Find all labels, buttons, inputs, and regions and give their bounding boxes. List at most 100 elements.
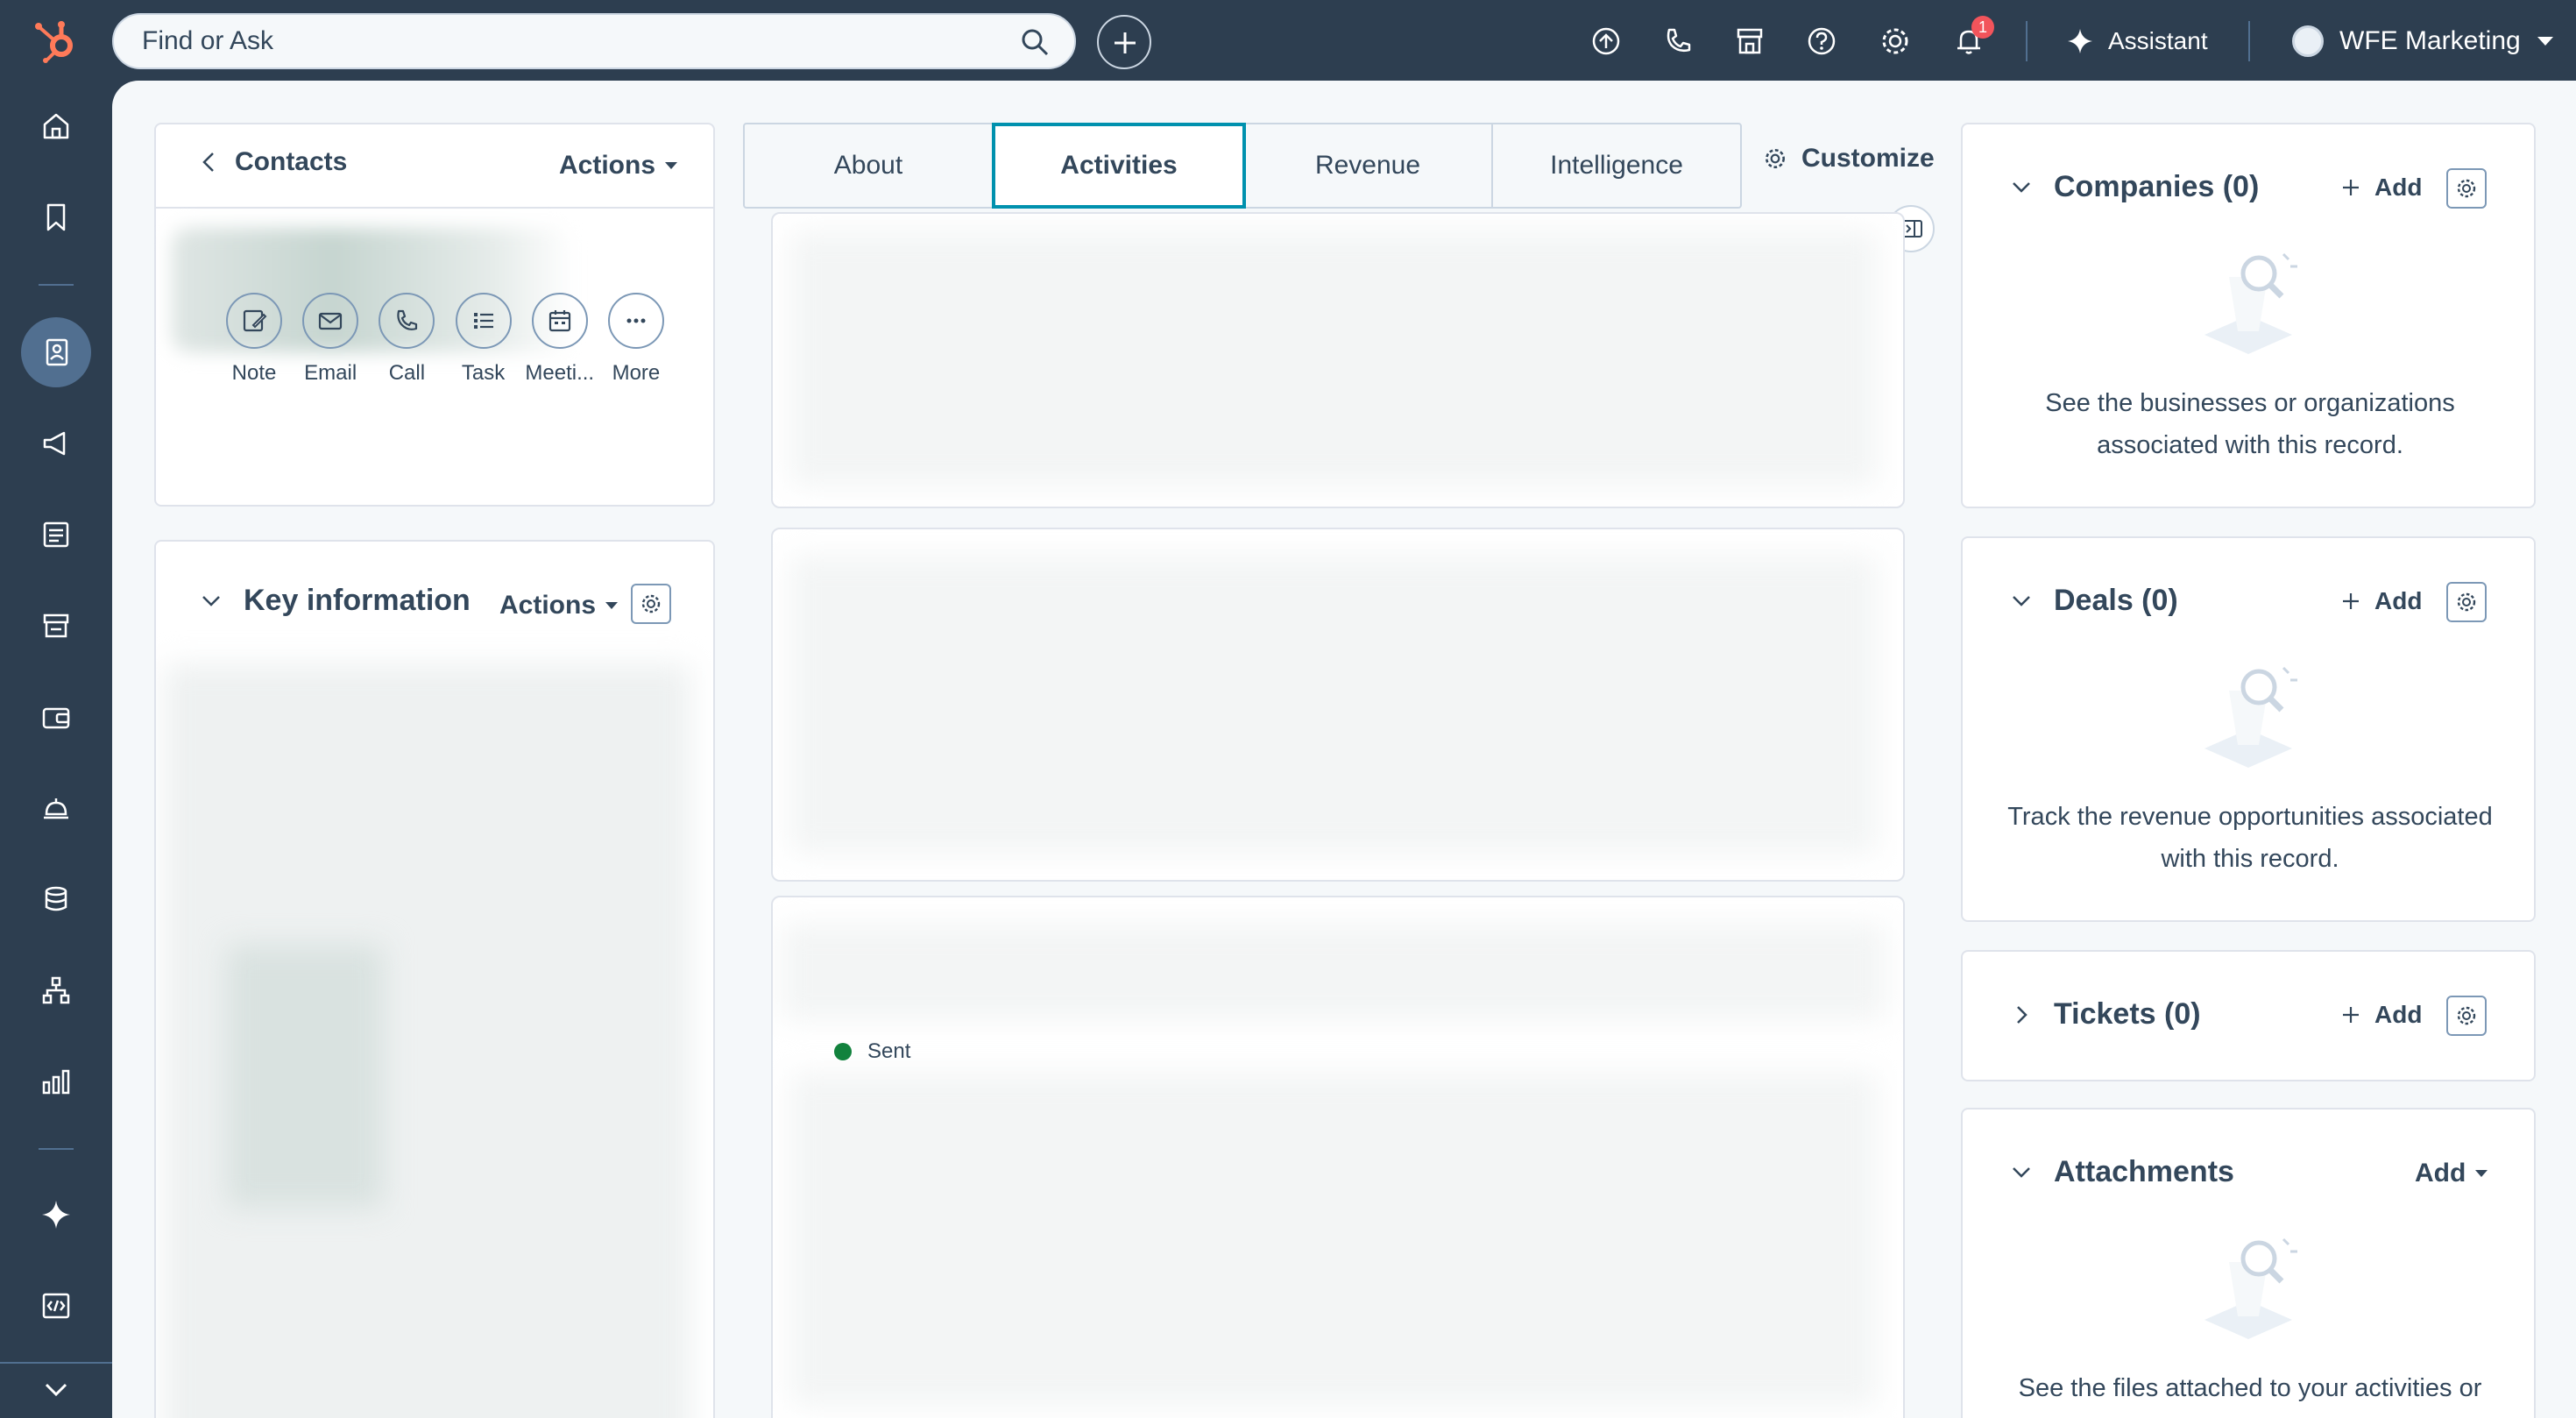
deals-settings-button[interactable] [2446,582,2487,622]
sidebar-expand-button[interactable] [21,1364,91,1416]
record-page: Contacts Actions Note Email Call Task Me… [112,81,2576,1418]
attachments-empty-text: See the files attached to your activitie… [2018,1374,2482,1402]
tab-revenue[interactable]: Revenue [1244,124,1493,207]
plus-icon [2343,180,2359,195]
caret-down-icon [665,162,678,169]
sidebar-item-sales[interactable] [21,682,91,752]
account-menu[interactable]: WFE Marketing [2292,23,2554,60]
sidebar-item-automation[interactable] [21,955,91,1025]
bar-chart-icon [42,1069,70,1095]
chevron-right-icon [2017,1005,2028,1024]
sidebar-item-commerce[interactable] [21,591,91,661]
chevron-down-icon [202,595,220,606]
tickets-card: Tickets (0) Add [1961,950,2536,1081]
activity-item[interactable] [771,528,1905,882]
caret-down-icon [605,602,619,609]
sidebar-item-reporting[interactable] [21,1046,91,1117]
tab-intelligence[interactable]: Intelligence [1493,124,1740,207]
note-action-button[interactable]: Note [217,293,291,398]
companies-toggle[interactable]: Companies (0) [2012,170,2259,204]
caret-down-icon [2475,1170,2488,1177]
add-ticket-button[interactable]: Add [2341,1001,2422,1029]
topbar-divider [2026,21,2028,61]
activity-content-redacted [782,924,1886,1020]
search-input[interactable] [140,24,999,59]
sidebar-item-breeze[interactable] [21,1180,91,1250]
sidebar-item-contacts[interactable] [21,317,91,387]
sparkle-icon [42,1201,70,1229]
key-info-actions-dropdown[interactable]: Actions [499,591,619,620]
task-action-button[interactable]: Task [447,293,520,398]
add-company-button[interactable]: Add [2341,174,2422,202]
sidebar-item-content[interactable] [21,500,91,570]
sidebar-item-data[interactable] [21,864,91,934]
add-deal-button[interactable]: Add [2341,587,2422,615]
meeting-action-button[interactable]: Meeti... [523,293,597,398]
plus-icon [2343,1007,2359,1023]
record-tabs: About Activities Revenue Intelligence [743,123,1742,209]
tickets-toggle[interactable]: Tickets (0) [2012,997,2201,1032]
deals-toggle[interactable]: Deals (0) [2012,584,2178,618]
tickets-settings-button[interactable] [2446,996,2487,1036]
sidebar-item-home[interactable] [21,91,91,161]
settings-icon[interactable] [1879,25,1912,58]
code-icon [42,1293,70,1319]
help-icon[interactable] [1805,25,1838,58]
hubspot-logo-icon[interactable] [32,18,81,63]
chevron-left-icon [202,152,214,172]
sidebar-item-service[interactable] [21,773,91,843]
key-information-toggle[interactable]: Key information [202,584,471,618]
back-to-contacts-link[interactable]: Contacts [202,147,347,177]
home-icon [43,113,69,139]
activity-item[interactable] [771,212,1905,508]
more-label: More [612,361,661,385]
add-label: Add [2374,174,2423,201]
tab-activities[interactable]: Activities [992,123,1246,209]
search-icon[interactable] [1020,27,1050,57]
contact-card-header: Contacts Actions [156,124,713,209]
chevron-down-icon [2013,181,2030,193]
chevron-down-icon [2537,37,2553,46]
sidebar-item-development[interactable] [21,1271,91,1341]
global-search[interactable] [112,13,1076,69]
notification-badge: 1 [1971,16,1994,39]
tab-about[interactable]: About [745,124,994,207]
empty-state-illustration [2204,252,2297,354]
plus-icon [2343,593,2359,609]
contact-actions-dropdown[interactable]: Actions [559,151,678,181]
email-action-button[interactable]: Email [294,293,367,398]
add-label: Add [2415,1159,2466,1188]
upgrade-icon[interactable] [1589,25,1623,58]
activity-content-redacted [790,231,1877,486]
add-label: Add [2374,1001,2423,1028]
meeting-label: Meeti... [525,361,595,385]
assistant-label: Assistant [2108,27,2208,54]
call-action-button[interactable]: Call [370,293,443,398]
key-information-title: Key information [244,584,471,617]
sidebar-item-bookmarks[interactable] [21,182,91,252]
note-icon [243,309,267,332]
back-label: Contacts [235,147,348,176]
add-attachment-dropdown[interactable]: Add [2415,1159,2488,1188]
attachments-toggle[interactable]: Attachments [2012,1155,2234,1189]
top-navigation-bar: 1 Assistant WFE Marketing [0,0,2576,81]
assistant-button[interactable]: Assistant [2066,23,2208,60]
task-label: Task [461,361,506,385]
workflow-icon [42,976,70,1004]
calendar-icon [548,310,570,332]
sidebar-item-marketing[interactable] [21,408,91,479]
call-label: Call [388,361,426,385]
phone-icon[interactable] [1661,25,1695,58]
status-label: Sent [867,1039,911,1063]
customize-button[interactable]: Customize [1763,144,1935,174]
create-new-button[interactable] [1097,15,1151,69]
companies-settings-button[interactable] [2446,168,2487,209]
key-info-settings-button[interactable] [631,584,671,624]
actions-label: Actions [559,151,656,180]
sidebar-divider [39,1148,74,1150]
marketplace-icon[interactable] [1733,25,1766,58]
more-actions-button[interactable]: More [599,293,673,398]
avatar [2292,25,2324,57]
companies-title: Companies (0) [2054,170,2260,203]
activity-item[interactable] [771,896,1905,1418]
